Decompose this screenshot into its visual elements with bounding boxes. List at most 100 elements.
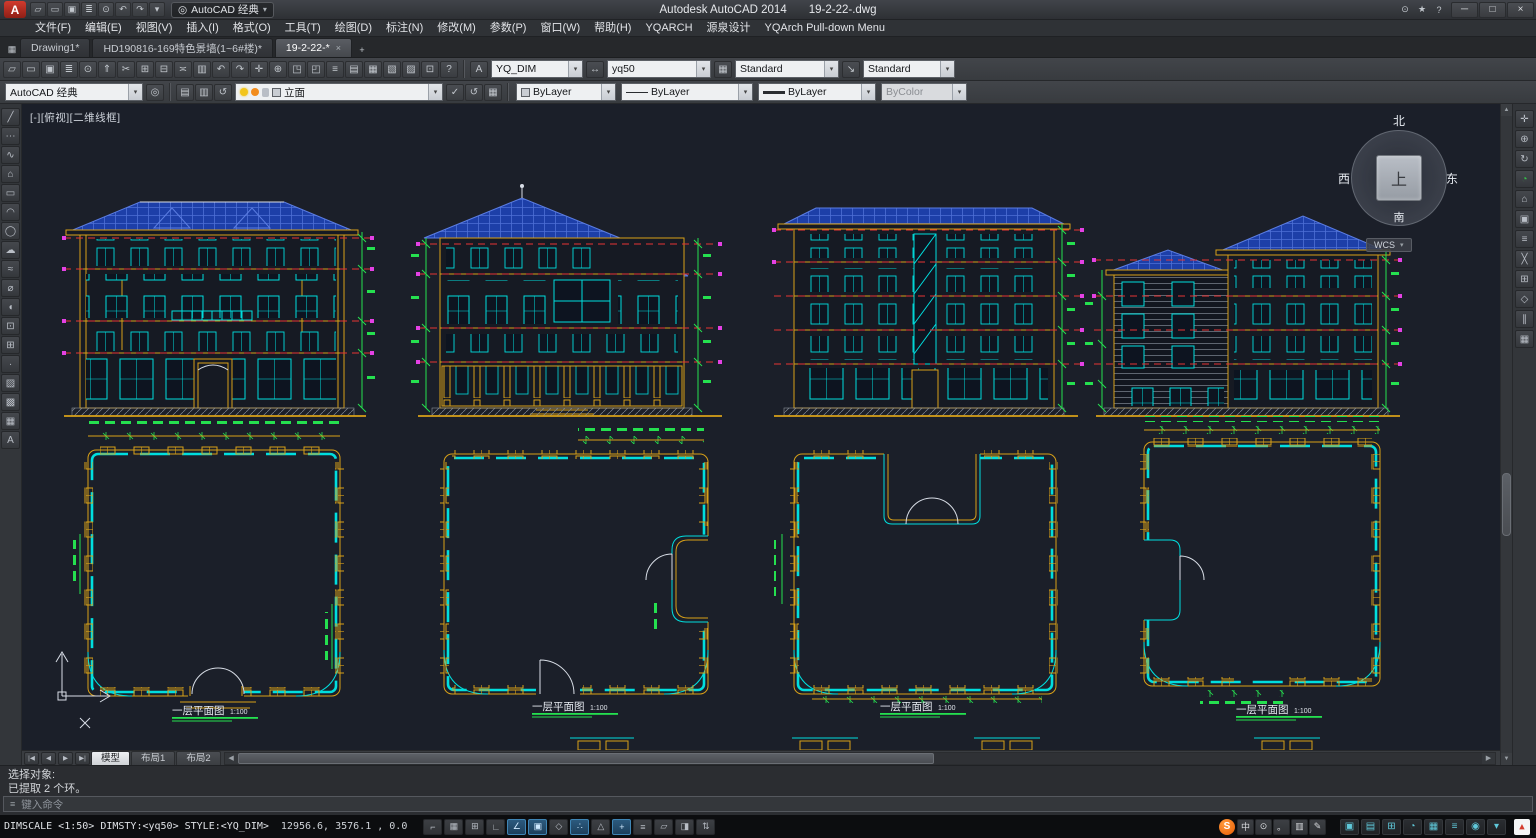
plan-drawing-3[interactable] <box>774 448 1058 703</box>
polar-toggle[interactable]: ∠ <box>507 819 526 835</box>
block-editor-icon[interactable]: ▥ <box>193 61 211 78</box>
spline-icon[interactable]: ≈ <box>1 260 20 278</box>
table-style-icon[interactable]: ▦ <box>714 61 732 78</box>
save-icon[interactable]: ▣ <box>41 61 59 78</box>
new-icon[interactable]: ▱ <box>30 2 46 17</box>
tray-up-arrow[interactable]: ▲ <box>1514 819 1530 835</box>
compass-top-face[interactable]: 上 <box>1376 155 1422 201</box>
vscroll-track[interactable] <box>1501 116 1512 753</box>
close-button[interactable]: × <box>1507 2 1534 18</box>
annotation-scale-button[interactable]: ◔ <box>1403 819 1422 835</box>
drawing-viewport[interactable]: [-][俯视][二维线框] <box>22 104 1500 750</box>
elevation-drawing-1[interactable] <box>62 202 375 416</box>
create-block-icon[interactable]: ⊞ <box>1 336 20 354</box>
infer-constraints-toggle[interactable]: ⌐ <box>423 819 442 835</box>
layer-states-manager-icon[interactable]: ▦ <box>484 84 502 101</box>
layer-states-icon[interactable]: ▥ <box>195 84 213 101</box>
new-tab-icon[interactable]: + <box>354 42 370 57</box>
snap-toggle[interactable]: ▦ <box>444 819 463 835</box>
plan-title-3[interactable]: 一层平面图 1:100 <box>880 701 966 718</box>
grid-toggle[interactable]: ⊞ <box>465 819 484 835</box>
compass-south-label[interactable]: 南 <box>1344 209 1454 225</box>
layer-properties-icon[interactable]: ▤ <box>176 84 194 101</box>
rectangle-icon[interactable]: ▭ <box>1 184 20 202</box>
mirror-icon[interactable]: ◇ <box>1515 290 1534 308</box>
chevron-down-icon[interactable]: ▾ <box>940 61 954 77</box>
show-motion-icon[interactable]: ▣ <box>1515 210 1534 228</box>
menu-help[interactable]: 帮助(H) <box>587 20 638 37</box>
annotation-visibility-button[interactable]: ▦ <box>1424 819 1443 835</box>
region-icon[interactable]: ▦ <box>1 412 20 430</box>
dim-style-icon[interactable]: ↔ <box>586 61 604 78</box>
chevron-down-icon[interactable]: ▾ <box>861 84 875 100</box>
quick-view-drawings-button[interactable]: ⊞ <box>1382 819 1401 835</box>
menu-modify[interactable]: 修改(M) <box>430 20 483 37</box>
ime-punct-button[interactable]: 。 <box>1273 819 1290 835</box>
text-style-icon[interactable]: A <box>470 61 488 78</box>
plan-drawing-1[interactable] <box>72 420 344 708</box>
polyline-icon[interactable]: ∿ <box>1 146 20 164</box>
partial-drawings[interactable] <box>570 738 1320 750</box>
vertical-scrollbar[interactable]: ▲ ▼ <box>1500 104 1512 765</box>
array-icon[interactable]: ▦ <box>1515 330 1534 348</box>
pan-icon[interactable]: ✛ <box>250 61 268 78</box>
tool-palettes-icon[interactable]: ▦ <box>364 61 382 78</box>
cut-icon[interactable]: ✂ <box>117 61 135 78</box>
dim-style-combo[interactable]: yq50▾ <box>607 60 711 78</box>
mleader-style-combo[interactable]: Standard▾ <box>863 60 955 78</box>
menu-dimension[interactable]: 标注(N) <box>379 20 430 37</box>
transparency-toggle[interactable]: ▱ <box>654 819 673 835</box>
scroll-left-icon[interactable]: ◀ <box>225 754 238 762</box>
markup-icon[interactable]: ▨ <box>402 61 420 78</box>
publish-icon[interactable]: ⇑ <box>98 61 116 78</box>
save-icon[interactable]: ▣ <box>64 2 80 17</box>
ime-lang-button[interactable]: 中 <box>1237 819 1254 835</box>
ime-tools-button[interactable]: ✎ <box>1309 819 1326 835</box>
wcs-selector[interactable]: WCS ▾ <box>1366 238 1412 252</box>
copy-icon[interactable]: ⊞ <box>136 61 154 78</box>
navbar-menu-icon[interactable]: ≡ <box>1515 230 1534 248</box>
zoom-realtime-icon[interactable]: ⊕ <box>269 61 287 78</box>
menu-window[interactable]: 窗口(W) <box>533 20 587 37</box>
menu-yqarch[interactable]: YQARCH <box>638 20 699 37</box>
scroll-down-icon[interactable]: ▼ <box>1501 753 1512 765</box>
file-tabs-icon[interactable]: ▦ <box>4 42 20 57</box>
open-icon[interactable]: ▭ <box>22 61 40 78</box>
chevron-down-icon[interactable]: ▾ <box>824 61 838 77</box>
match-properties-icon[interactable]: ≍ <box>174 61 192 78</box>
chevron-down-icon[interactable]: ▾ <box>128 84 142 100</box>
workspace-selector[interactable]: ◎ AutoCAD 经典 ▾ <box>171 2 274 18</box>
next-tab-button[interactable]: ▶ <box>58 752 73 765</box>
ellipse-arc-icon[interactable]: ◖ <box>1 298 20 316</box>
workspace-combo[interactable]: AutoCAD 经典▾ <box>5 83 143 101</box>
plan-title-1[interactable]: 一层平面图 1:100 <box>172 705 258 722</box>
osnap-toggle[interactable]: ▣ <box>528 819 547 835</box>
vscroll-thumb[interactable] <box>1502 473 1511 537</box>
chevron-down-icon[interactable]: ▾ <box>601 84 615 100</box>
orbit-icon[interactable]: ↻ <box>1515 150 1534 168</box>
help-icon[interactable]: ? <box>1431 2 1447 17</box>
command-input[interactable]: ≡ 键入命令 <box>3 796 1533 812</box>
hscroll-track[interactable] <box>238 753 1482 764</box>
file-tab-drawing1[interactable]: Drawing1* <box>20 38 90 57</box>
command-history[interactable]: 选择对象: 已提取 2 个环。 <box>0 766 1536 796</box>
menu-yqarch-pulldown[interactable]: YQArch Pull-down Menu <box>758 20 892 37</box>
coordinates-display[interactable]: 12956.6, 3576.1 , 0.0 <box>281 821 407 832</box>
chevron-down-icon[interactable]: ▾ <box>738 84 752 100</box>
undo-icon[interactable]: ↶ <box>212 61 230 78</box>
workspace-settings-icon[interactable]: ◎ <box>146 84 164 101</box>
plan-title-2[interactable]: 一层平面图 1:100 <box>532 701 618 718</box>
layer-lock-icon[interactable] <box>262 88 269 97</box>
layer-combo[interactable]: 立面 ▾ <box>235 83 443 101</box>
toolbar-lock-button[interactable]: ◉ <box>1466 819 1485 835</box>
open-icon[interactable]: ▭ <box>47 2 63 17</box>
first-tab-button[interactable]: |◀ <box>24 752 39 765</box>
layer-previous-icon[interactable]: ↺ <box>214 84 232 101</box>
line-icon[interactable]: ╱ <box>1 108 20 126</box>
compass-north-label[interactable]: 北 <box>1344 112 1454 129</box>
preview-icon[interactable]: ⊙ <box>98 2 114 17</box>
mtext-icon[interactable]: A <box>1 431 20 449</box>
menu-view[interactable]: 视图(V) <box>129 20 180 37</box>
linetype-combo[interactable]: ByLayer▾ <box>621 83 753 101</box>
layout2-tab[interactable]: 布局2 <box>176 751 220 765</box>
